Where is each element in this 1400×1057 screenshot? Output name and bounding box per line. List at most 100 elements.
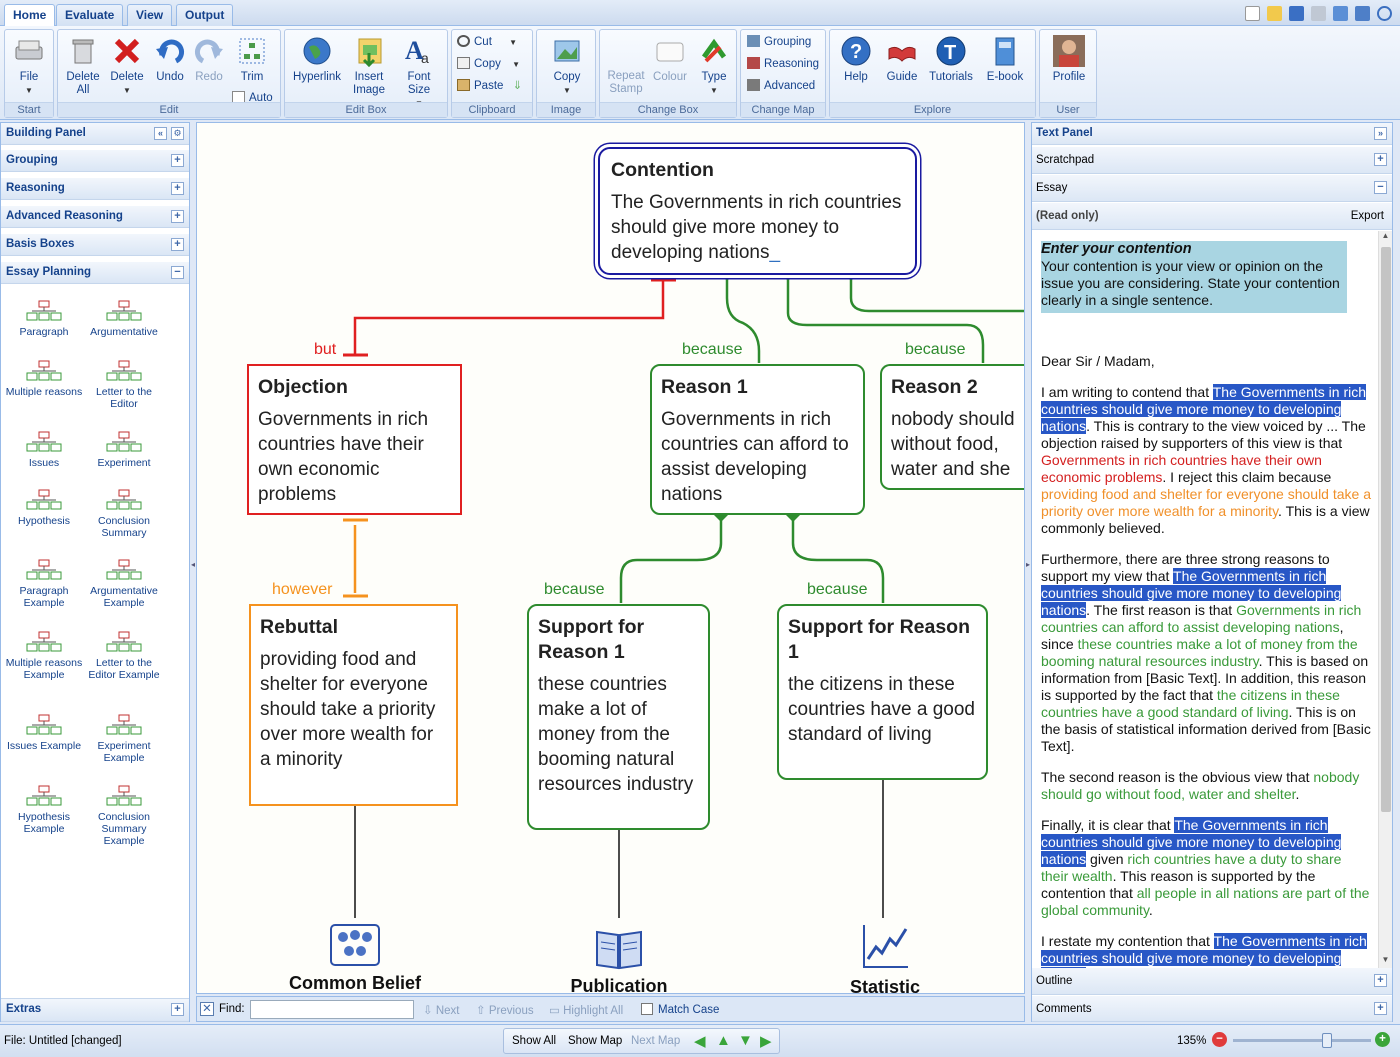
section-outline[interactable]: Outline + <box>1032 968 1392 995</box>
right-splitter-handle[interactable]: ▸ <box>1026 560 1030 590</box>
template-paragraph-example[interactable]: Paragraph Example <box>4 559 84 609</box>
expand-plus-icon[interactable]: + <box>1374 1002 1387 1015</box>
copy-image-button[interactable]: Copy ▼ <box>547 35 587 97</box>
grouping-button[interactable]: Grouping <box>747 35 811 49</box>
find-input[interactable] <box>250 1000 414 1019</box>
template-issues[interactable]: Issues <box>4 431 84 469</box>
refresh-icon[interactable] <box>1377 6 1392 21</box>
undo-button[interactable]: Undo <box>152 35 188 84</box>
basis-statistic[interactable]: Statistic <box>807 923 963 993</box>
repeat-stamp-button[interactable]: Repeat Stamp <box>604 70 648 96</box>
zoom-in-icon[interactable]: + <box>1375 1032 1390 1047</box>
collapse-panel-icon[interactable]: » <box>1374 127 1387 140</box>
template-argumentative-example[interactable]: Argumentative Example <box>84 559 164 609</box>
section-basis-boxes[interactable]: Basis Boxes + <box>1 234 189 256</box>
find-previous-button[interactable]: ⇧ Previous <box>476 1003 534 1017</box>
template-conclusion-summary-example[interactable]: Conclusion Summary Example <box>84 785 164 847</box>
rebuttal-box[interactable]: Rebuttal providing food and shelter for … <box>249 604 458 806</box>
tab-view[interactable]: View <box>127 4 173 26</box>
template-multiple-reasons[interactable]: Multiple reasons <box>4 360 84 398</box>
image-export-icon[interactable] <box>1355 6 1370 21</box>
expand-plus-icon[interactable]: + <box>171 210 184 223</box>
advanced-button[interactable]: Advanced <box>747 79 815 93</box>
section-essay-planning[interactable]: Essay Planning − <box>1 262 189 284</box>
section-reasoning[interactable]: Reasoning + <box>1 178 189 200</box>
delete-button[interactable]: Delete ▼ <box>108 35 146 97</box>
show-map-button[interactable]: Show Map <box>568 1035 622 1047</box>
zoom-out-icon[interactable]: − <box>1212 1032 1227 1047</box>
zoom-slider-thumb[interactable] <box>1321 1033 1332 1048</box>
settings-gear-icon[interactable]: ⚙ <box>171 127 184 140</box>
scrollbar-thumb[interactable] <box>1381 247 1391 812</box>
template-conclusion-summary[interactable]: Conclusion Summary <box>84 489 164 539</box>
template-hypothesis[interactable]: Hypothesis <box>4 489 84 527</box>
save-icon[interactable] <box>1289 6 1304 21</box>
insert-image-button[interactable]: Insert Image <box>347 35 391 97</box>
argument-map-canvas[interactable]: Contention The Governments in rich count… <box>196 122 1025 994</box>
highlight-all-button[interactable]: ▭ Highlight All <box>549 1003 623 1017</box>
template-multiple-reasons-example[interactable]: Multiple reasons Example <box>4 631 84 681</box>
contention-text[interactable]: The Governments in rich countries should… <box>611 192 901 263</box>
objection-box[interactable]: Objection Governments in rich countries … <box>247 364 462 515</box>
template-experiment[interactable]: Experiment <box>84 431 164 469</box>
template-experiment-example[interactable]: Experiment Example <box>84 714 164 764</box>
hyperlink-button[interactable]: Hyperlink <box>291 35 343 84</box>
pan-down-icon[interactable]: ▼ <box>738 1032 753 1049</box>
match-case-checkbox[interactable]: Match Case <box>641 1003 719 1016</box>
expand-plus-icon[interactable]: + <box>171 182 184 195</box>
contention-box[interactable]: Contention The Governments in rich count… <box>598 147 917 275</box>
support2-box[interactable]: Support for Reason 1 the citizens in the… <box>777 604 988 780</box>
redo-button[interactable]: Redo <box>191 35 227 84</box>
section-essay[interactable]: Essay − <box>1032 175 1392 202</box>
expand-plus-icon[interactable]: + <box>171 1003 184 1016</box>
open-folder-icon[interactable] <box>1267 6 1282 21</box>
section-extras[interactable]: Extras + <box>1 998 189 1022</box>
profile-button[interactable]: Profile <box>1048 35 1090 84</box>
left-splitter-handle[interactable]: ◂ <box>191 560 195 590</box>
pan-right-icon[interactable]: ▶ <box>760 1032 772 1050</box>
section-comments[interactable]: Comments + <box>1032 996 1392 1022</box>
ebook-button[interactable]: E-book <box>982 35 1028 84</box>
font-size-button[interactable]: Aa Font Size▼ <box>395 35 443 110</box>
colour-button[interactable]: Colour <box>650 35 690 84</box>
template-letter-to-the-editor-example[interactable]: Letter to the Editor Example <box>84 631 164 681</box>
basis-common-belief[interactable]: Common Belief <box>275 923 435 993</box>
trim-button[interactable]: Trim <box>234 35 270 84</box>
pan-left-icon[interactable]: ◀ <box>694 1032 706 1050</box>
essay-scrollbar[interactable]: ▲ ▼ <box>1378 231 1392 969</box>
section-scratchpad[interactable]: Scratchpad + <box>1032 147 1392 174</box>
essay-text[interactable]: Enter your contention Your contention is… <box>1032 231 1378 969</box>
scroll-down-icon[interactable]: ▼ <box>1379 955 1392 969</box>
expand-plus-icon[interactable]: + <box>1374 153 1387 166</box>
template-hypothesis-example[interactable]: Hypothesis Example <box>4 785 84 835</box>
find-next-button[interactable]: ⇩ Next <box>423 1003 460 1017</box>
delete-all-button[interactable]: Delete All <box>64 35 102 97</box>
pan-up-icon[interactable]: ▲ <box>716 1032 731 1049</box>
help-button[interactable]: ? Help <box>836 35 876 84</box>
tab-evaluate[interactable]: Evaluate <box>56 4 124 26</box>
copy-button[interactable]: Copy ▼ <box>457 57 520 72</box>
tab-home[interactable]: Home <box>4 4 56 27</box>
basis-publication[interactable]: Publication <box>541 928 697 993</box>
cut-button[interactable]: Cut ▼ <box>457 35 517 50</box>
next-map-button[interactable]: Next Map <box>631 1035 680 1047</box>
print-icon[interactable] <box>1311 6 1326 21</box>
template-argumentative[interactable]: Argumentative <box>84 300 164 338</box>
support1-box[interactable]: Support for Reason 1 these countries mak… <box>527 604 710 830</box>
section-advanced-reasoning[interactable]: Advanced Reasoning + <box>1 206 189 228</box>
expand-plus-icon[interactable]: + <box>171 238 184 251</box>
reason1-box[interactable]: Reason 1 Governments in rich countries c… <box>650 364 865 515</box>
export-button[interactable]: Export <box>1351 203 1384 229</box>
template-paragraph[interactable]: Paragraph <box>4 300 84 338</box>
window-icon[interactable] <box>1333 6 1348 21</box>
expand-plus-icon[interactable]: + <box>1374 974 1387 987</box>
section-grouping[interactable]: Grouping + <box>1 150 189 172</box>
tutorials-button[interactable]: T Tutorials <box>926 35 976 84</box>
close-find-icon[interactable]: ✕ <box>200 1002 214 1016</box>
new-file-icon[interactable] <box>1245 6 1260 21</box>
template-issues-example[interactable]: Issues Example <box>4 714 84 752</box>
tab-output[interactable]: Output <box>176 4 234 26</box>
guide-button[interactable]: Guide <box>882 35 922 84</box>
expand-plus-icon[interactable]: + <box>171 154 184 167</box>
paste-button[interactable]: Paste ⇓ <box>457 79 522 93</box>
